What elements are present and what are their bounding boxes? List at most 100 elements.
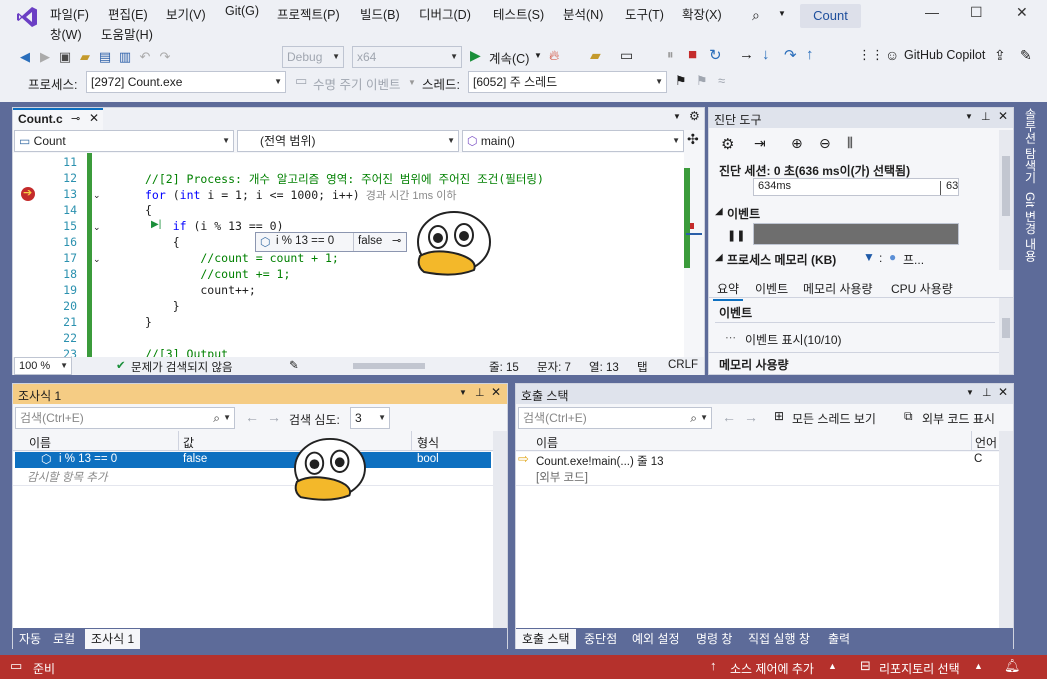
back-icon[interactable]: ← <box>722 409 736 425</box>
zoom-select[interactable]: 100 % ▼ <box>14 357 72 375</box>
add-watch-item[interactable]: 감시할 항목 추가 <box>27 469 107 485</box>
brush-icon[interactable]: ✎ <box>289 358 299 372</box>
diag-scrollbar[interactable] <box>999 130 1013 270</box>
select-repository[interactable]: 리포지토리 선택 <box>879 660 960 677</box>
reset-zoom-icon[interactable]: ⫼ <box>847 135 853 151</box>
forward-icon[interactable]: → <box>267 409 281 425</box>
flag-all-icon[interactable]: ⚑ <box>696 73 708 89</box>
feedback-icon[interactable]: ▭ <box>10 658 22 674</box>
forward-icon[interactable]: ▶ <box>36 48 54 66</box>
zoom-out-icon[interactable]: ⊖ <box>819 135 831 152</box>
open-folder-icon[interactable]: ▰ <box>76 48 94 66</box>
settings-icon[interactable]: ⚙ <box>721 135 734 153</box>
tab-memory[interactable]: 메모리 사용량 <box>803 280 873 297</box>
save-all-icon[interactable]: ▥ <box>116 48 134 66</box>
export-icon[interactable]: ⇥ <box>754 135 766 152</box>
collapse-icon[interactable]: ⌄ <box>93 222 101 233</box>
editor-scrollbar[interactable] <box>684 153 702 357</box>
col-language[interactable]: 언어 <box>975 434 997 451</box>
menu-help[interactable]: 도움말(H) <box>101 24 153 43</box>
close-icon[interactable]: ✕ <box>998 109 1008 123</box>
callstack-search-input[interactable]: 검색(Ctrl+E) ⌕ ▼ <box>518 407 712 429</box>
menu-debug[interactable]: 디버그(D) <box>419 4 471 23</box>
menu-test[interactable]: 테스트(S) <box>493 4 544 23</box>
add-to-source-control[interactable]: 소스 제어에 추가 <box>730 660 814 677</box>
timeline-ruler[interactable]: 634ms 63 <box>753 178 959 196</box>
menu-window[interactable]: 창(W) <box>50 24 82 43</box>
chevron-down-icon[interactable]: ▼ <box>966 388 974 397</box>
tab-exception-settings[interactable]: 예외 설정 <box>626 629 686 649</box>
undo-icon[interactable]: ↶ <box>136 48 154 66</box>
maximize-icon[interactable]: ☐ <box>970 4 983 21</box>
close-icon[interactable]: ✕ <box>491 385 501 399</box>
collapse-icon[interactable]: ⌄ <box>93 190 101 201</box>
platform-select[interactable]: x64 ▼ <box>352 46 462 68</box>
stop-icon[interactable]: ■ <box>688 46 697 63</box>
tab-events[interactable]: 이벤트 <box>755 280 788 297</box>
git-changes-tab[interactable]: Git 변경 내용 <box>1022 192 1039 262</box>
chevron-down-icon[interactable]: ▼ <box>965 112 973 121</box>
redo-icon[interactable]: ↷ <box>156 48 174 66</box>
tab-autos[interactable]: 자동 <box>13 629 47 649</box>
eol-mode[interactable]: CRLF <box>668 359 698 371</box>
code-line[interactable]: if (i % 13 == 0) <box>145 219 284 233</box>
code-line[interactable]: { <box>145 235 180 249</box>
hot-reload-icon[interactable]: 🔥︎ <box>549 47 559 64</box>
code-line[interactable]: for (int i = 1; i <= 1000; i++) 경과 시간 1m… <box>145 187 456 203</box>
chevron-down-icon[interactable]: ▼ <box>408 78 416 87</box>
search-icon[interactable]: ⌕ <box>752 7 760 24</box>
col-value[interactable]: 값 <box>183 434 194 451</box>
project-nav-select[interactable]: ▭ Count ▼ <box>14 130 234 152</box>
thread-select[interactable]: [6052] 주 스레드 ▼ <box>468 71 667 93</box>
continue-icon[interactable]: ▶ <box>470 47 481 64</box>
share-icon[interactable]: ⇪ <box>994 47 1006 64</box>
pin-icon[interactable]: ⊥ <box>981 110 991 123</box>
lifecycle-events[interactable]: 수명 주기 이벤트 <box>313 74 400 93</box>
layout-icon[interactable]: ▭ <box>620 47 633 64</box>
chevron-up-icon[interactable]: ▲ <box>974 661 983 671</box>
restart-icon[interactable]: ↻ <box>709 46 722 64</box>
copilot-icon[interactable]: ☺ <box>885 47 899 63</box>
pause-icon[interactable]: ❚❚ <box>727 229 745 242</box>
copilot-button[interactable]: GitHub Copilot <box>904 48 985 62</box>
show-next-statement-icon[interactable]: → <box>739 46 754 63</box>
tab-output[interactable]: 출력 <box>822 629 856 649</box>
continue-button[interactable]: 계속(C) <box>489 48 529 67</box>
menu-tools[interactable]: 도구(T) <box>625 4 664 23</box>
step-out-icon[interactable]: ↑ <box>806 46 814 63</box>
step-into-icon[interactable]: ↓ <box>762 46 770 63</box>
table-row[interactable]: ⇨ Count.exe!main(...) 줄 13 C <box>516 451 999 468</box>
issues-status[interactable]: 문제가 검색되지 않음 <box>131 359 233 375</box>
close-tab-icon[interactable]: ✕ <box>89 111 99 125</box>
collapse-icon[interactable]: ⌄ <box>93 254 101 265</box>
menu-build[interactable]: 빌드(B) <box>360 4 400 23</box>
search-depth-select[interactable]: 3 ▼ <box>350 407 390 429</box>
menu-project[interactable]: 프로젝트(P) <box>277 4 340 23</box>
code-line[interactable]: } <box>145 315 152 329</box>
close-icon[interactable]: ✕ <box>998 385 1008 399</box>
menu-edit[interactable]: 편집(E) <box>108 4 148 23</box>
data-tip[interactable]: ⬡ i % 13 == 0 false ⊸ <box>255 232 407 252</box>
back-icon[interactable]: ◀ <box>16 48 34 66</box>
watch-search-input[interactable]: 검색(Ctrl+E) ⌕ ▼ <box>15 407 235 429</box>
tab-immediate-window[interactable]: 직접 실행 창 <box>742 629 816 649</box>
pin-icon[interactable]: ⊥ <box>475 386 485 399</box>
menu-file[interactable]: 파일(F) <box>50 4 89 23</box>
tab-locals[interactable]: 로컬 <box>47 629 81 649</box>
new-item-icon[interactable]: ▣ <box>56 48 74 66</box>
diag-summary-scrollbar[interactable] <box>999 298 1013 374</box>
folder-icon[interactable]: ▰ <box>590 47 601 64</box>
notification-bell-icon[interactable]: 🔔︎ <box>1004 658 1021 674</box>
split-icon[interactable]: ✣ <box>687 131 699 148</box>
menu-analyze[interactable]: 분석(N) <box>563 4 603 23</box>
feedback-icon[interactable]: ✎ <box>1020 47 1032 64</box>
code-line[interactable]: { <box>145 203 152 217</box>
process-select[interactable]: [2972] Count.exe ▼ <box>86 71 286 93</box>
save-icon[interactable]: ▤ <box>96 48 114 66</box>
table-row[interactable]: [외부 코드] <box>516 468 999 484</box>
minimize-icon[interactable]: — <box>925 4 939 20</box>
menu-extensions[interactable]: 확장(X) <box>682 4 722 23</box>
show-all-threads-button[interactable]: 모든 스레드 보기 <box>792 410 876 427</box>
chevron-down-icon[interactable]: ▼ <box>459 388 467 397</box>
col-name[interactable]: 이름 <box>29 434 51 451</box>
